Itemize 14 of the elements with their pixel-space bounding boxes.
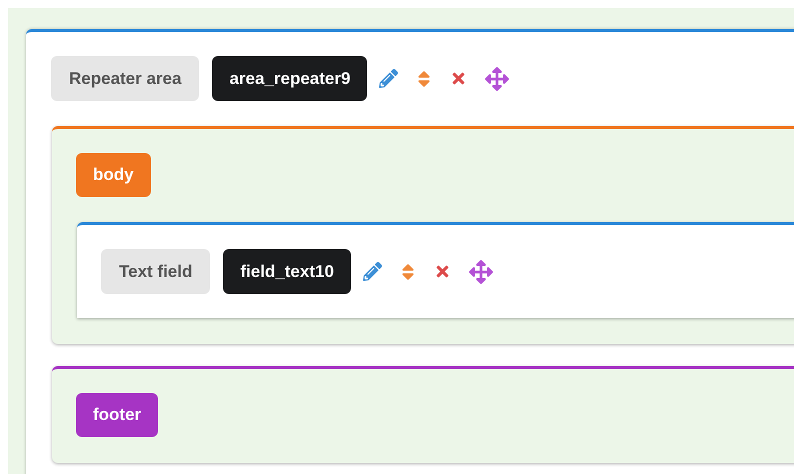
type-label: Text field — [101, 249, 210, 294]
edit-icon[interactable] — [379, 69, 398, 88]
type-label: Repeater area — [51, 56, 200, 101]
id-label: field_text10 — [223, 249, 351, 294]
sort-icon[interactable] — [400, 262, 416, 282]
close-icon[interactable] — [434, 263, 451, 280]
edit-icon[interactable] — [362, 262, 382, 281]
close-icon[interactable] — [450, 70, 468, 87]
section-label: footer — [76, 393, 158, 437]
id-label: area_repeater9 — [212, 56, 368, 101]
section-label: body — [76, 153, 151, 197]
move-icon[interactable] — [468, 260, 493, 284]
sort-icon[interactable] — [416, 68, 432, 88]
move-icon[interactable] — [485, 66, 510, 90]
